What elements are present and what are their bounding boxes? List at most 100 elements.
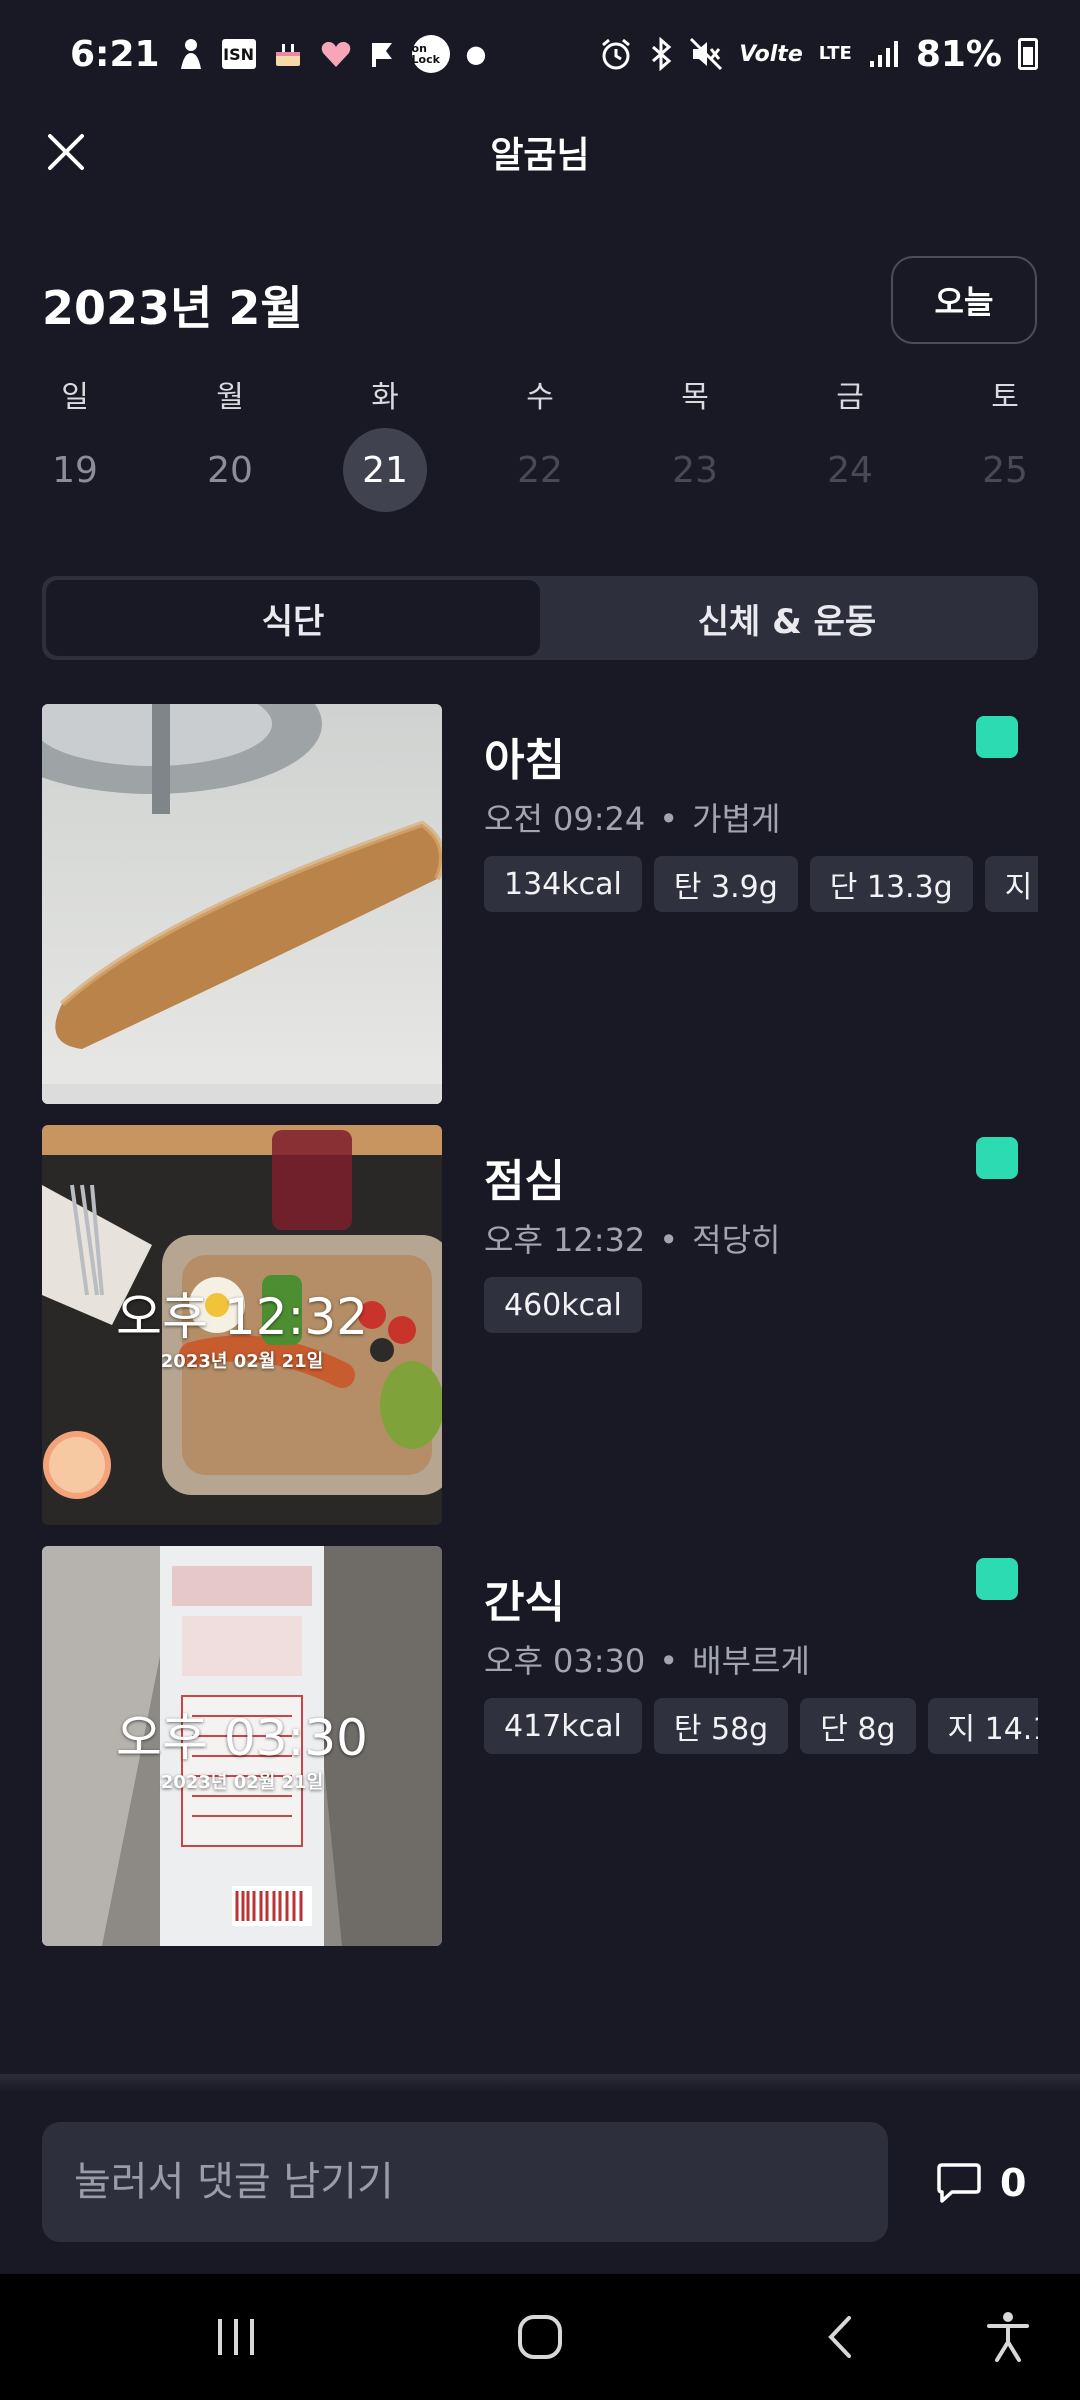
- back-icon: [828, 2316, 851, 2358]
- meal-meta: 오후 12:32 • 적당히: [484, 1215, 780, 1261]
- close-icon: [48, 134, 84, 170]
- meal-name: 점심: [484, 1156, 565, 1207]
- weekday-label: 목: [681, 380, 709, 415]
- heart-icon: [320, 39, 352, 69]
- meal-time: 오후 12:32: [484, 1221, 646, 1259]
- system-navbar: [0, 2274, 1080, 2400]
- meal-meta: 오후 03:30 • 배부르게: [484, 1636, 810, 1682]
- comment-count: 0: [1000, 2161, 1027, 2205]
- calorie-chip: 134kcal: [484, 856, 642, 912]
- bottom-divider: [0, 2074, 1080, 2092]
- meal-info-snack: 간식 오후 03:30 • 배부르게 417kcal 탄 58g 단 8g 지 14…: [484, 1546, 1038, 1946]
- photo-time-stamp: 오후 03:30: [116, 1709, 368, 1767]
- home-button[interactable]: [500, 2302, 580, 2372]
- date-23: 23: [672, 449, 718, 491]
- back-button[interactable]: [800, 2302, 880, 2372]
- status-right: Volte LTE 81%: [599, 34, 1038, 75]
- nutrition-chips: 417kcal 탄 58g 단 8g 지 14.1g: [484, 1698, 1038, 1754]
- meal-status-indicator: [976, 1558, 1018, 1600]
- date-22: 22: [517, 449, 563, 491]
- accessibility-icon: [987, 2312, 1029, 2362]
- battery-percent: 81%: [915, 33, 1002, 75]
- carb-chip: 탄 58g: [653, 1698, 789, 1754]
- header: 알굼님: [0, 108, 1080, 196]
- meal-meta: 오전 09:24 • 가볍게: [484, 794, 780, 840]
- page-title: 알굼님: [490, 135, 590, 176]
- meal-info-lunch: 점심 오후 12:32 • 적당히 460kcal: [484, 1125, 1038, 1525]
- meal-amount: 가볍게: [692, 800, 781, 838]
- weekday-label: 토: [991, 380, 1019, 415]
- protein-chip: 단 8g: [800, 1698, 916, 1754]
- nutrition-chips: 134kcal 탄 3.9g 단 13.3g 지 7.: [484, 856, 1038, 912]
- volte-icon: Volte: [739, 41, 803, 67]
- date-row: 19 20 21 22 23 24 25: [30, 428, 1050, 512]
- recent-apps-button[interactable]: [196, 2302, 276, 2372]
- recent-apps-icon: [218, 2319, 254, 2355]
- close-button[interactable]: [36, 122, 96, 182]
- meal-photo-snack[interactable]: 오후 03:30 2023년 02월 21일: [42, 1546, 442, 1946]
- meta-separator: •: [659, 800, 679, 838]
- meal-card-lunch[interactable]: 오후 12:32 2023년 02월 21일 점심 오후 12:32 • 적당히 4…: [42, 1125, 1038, 1525]
- status-time: 6:21: [70, 33, 160, 75]
- mute-icon: [689, 37, 723, 71]
- status-bar: 6:21 ISN on Lock ● Volte LTE 81%: [0, 0, 1080, 108]
- comment-count-button[interactable]: 0: [936, 2150, 1026, 2216]
- weekday-label: 화: [371, 380, 399, 415]
- comment-input[interactable]: [42, 2122, 888, 2242]
- meta-separator: •: [659, 1221, 679, 1259]
- battery-icon: [1018, 38, 1038, 70]
- sausage-photo: [42, 704, 442, 1104]
- signal-icon: [868, 39, 900, 69]
- app-screen: 6:21 ISN on Lock ● Volte LTE 81% 알굼님 202…: [0, 0, 1080, 2400]
- calorie-chip: 460kcal: [484, 1277, 642, 1333]
- meal-card-snack[interactable]: 오후 03:30 2023년 02월 21일 간식 오후 03:30 • 배부르게 …: [42, 1546, 1038, 1946]
- photo-date-stamp: 2023년 02월 21일: [160, 1772, 324, 1793]
- date-21-selected[interactable]: 21: [340, 428, 430, 512]
- meal-amount: 적당히: [692, 1221, 781, 1259]
- dot-icon: ●: [465, 40, 487, 68]
- meal-photo-breakfast[interactable]: [42, 704, 442, 1104]
- meal-name: 간식: [484, 1577, 565, 1628]
- meta-separator: •: [659, 1642, 679, 1680]
- weekday-label: 일: [61, 380, 89, 415]
- nutrition-chips: 460kcal: [484, 1277, 1038, 1333]
- date-20[interactable]: 20: [185, 428, 275, 512]
- meal-status-indicator: [976, 716, 1018, 758]
- photo-time-stamp: 오후 12:32: [116, 1288, 368, 1346]
- bluetooth-icon: [649, 37, 673, 71]
- comment-icon: [937, 2163, 981, 2203]
- weekday-label: 금: [836, 380, 864, 415]
- tab-diet[interactable]: 식단: [46, 580, 540, 656]
- weekday-row: 일 월 화 수 목 금 토: [30, 372, 1050, 416]
- alarm-icon: [599, 37, 633, 71]
- meal-status-indicator: [976, 1137, 1018, 1179]
- today-button[interactable]: 오늘: [891, 256, 1037, 344]
- meal-card-breakfast[interactable]: 아침 오전 09:24 • 가볍게 134kcal 탄 3.9g 단 13.3g 지…: [42, 704, 1038, 1104]
- weekday-label: 월: [216, 380, 244, 415]
- date-19[interactable]: 19: [30, 428, 120, 512]
- cake-icon: [272, 38, 304, 70]
- lte-icon: LTE: [818, 43, 852, 64]
- meal-photo-lunch[interactable]: 오후 12:32 2023년 02월 21일: [42, 1125, 442, 1525]
- protein-chip: 단 13.3g: [809, 856, 973, 912]
- fat-chip: 지 14.1g: [927, 1698, 1038, 1754]
- person-icon: [176, 37, 206, 71]
- tab-bar: 식단 신체 & 운동: [42, 576, 1038, 660]
- fat-chip: 지 7.: [984, 856, 1038, 912]
- carb-chip: 탄 3.9g: [653, 856, 798, 912]
- calorie-chip: 417kcal: [484, 1698, 642, 1754]
- month-title: 2023년 2월: [42, 281, 303, 335]
- app-box-icon: ISN: [221, 39, 256, 69]
- meal-name: 아침: [484, 735, 565, 786]
- meal-time: 오후 03:30: [484, 1642, 646, 1680]
- status-left: 6:21 ISN on Lock ●: [70, 34, 487, 75]
- date-25: 25: [982, 449, 1028, 491]
- home-icon: [518, 2315, 562, 2359]
- meal-info-breakfast: 아침 오전 09:24 • 가볍게 134kcal 탄 3.9g 단 13.3g 지…: [484, 704, 1038, 1104]
- accessibility-button[interactable]: [968, 2302, 1048, 2372]
- onlock-icon: on Lock: [411, 35, 450, 73]
- selected-date-circle: 21: [343, 428, 427, 512]
- date-24: 24: [827, 449, 873, 491]
- tab-body-exercise[interactable]: 신체 & 운동: [540, 580, 1034, 656]
- weekday-label: 수: [526, 380, 554, 415]
